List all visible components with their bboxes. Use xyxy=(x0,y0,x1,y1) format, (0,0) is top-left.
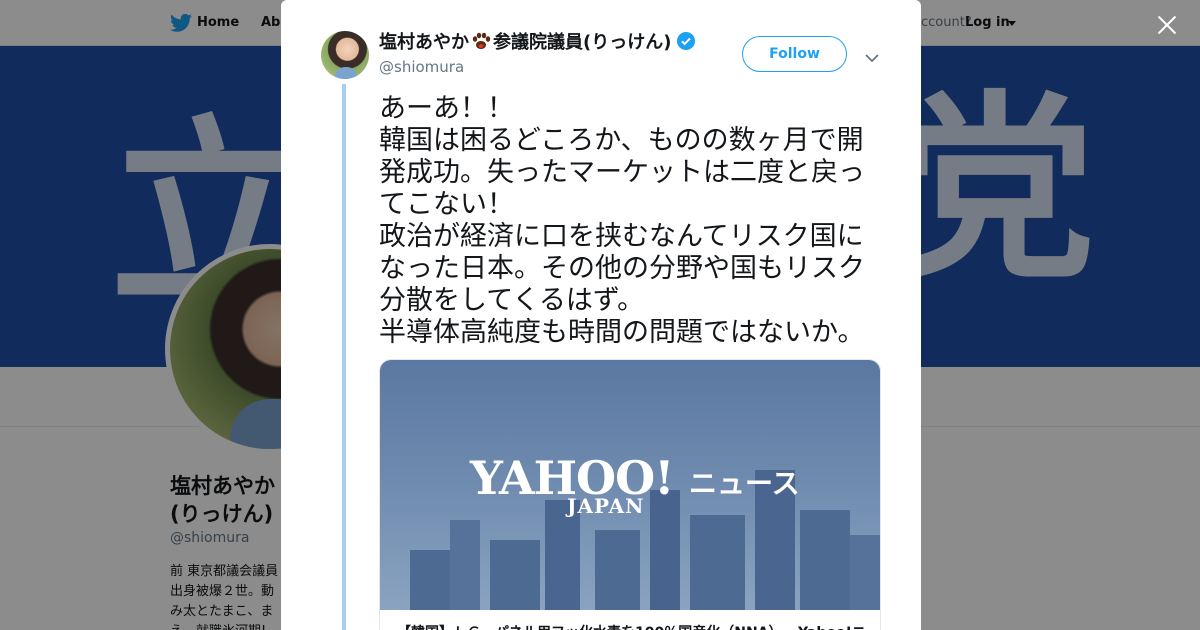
tweet-modal: 塩村あやか 参議院議員(りっけん) @shiomura Follow あーあ！！ … xyxy=(281,0,921,630)
follow-button[interactable]: Follow xyxy=(742,36,847,72)
author-name[interactable]: 塩村あやか 参議院議員(りっけん) xyxy=(379,31,696,55)
yahoo-logo-news: ニュース xyxy=(689,467,800,500)
yahoo-logo-japan: JAPAN xyxy=(567,494,645,518)
close-icon[interactable] xyxy=(1154,12,1180,38)
thread-line xyxy=(342,84,346,630)
tweet-text: あーあ！！ 韓国は困るどころか、ものの数ヶ月で開発成功。失ったマーケットは二度と… xyxy=(379,93,865,348)
author-name-prefix: 塩村あやか xyxy=(379,32,469,53)
author-name-suffix: 参議院議員(りっけん) xyxy=(493,32,672,53)
chevron-down-icon[interactable] xyxy=(865,48,879,63)
author-handle[interactable]: @shiomura xyxy=(379,58,464,76)
paw-icon xyxy=(471,31,491,51)
verified-icon xyxy=(677,32,696,50)
card-image: YAHOO! JAPAN ニュース xyxy=(380,360,880,610)
author-avatar[interactable] xyxy=(321,31,369,79)
card-title: 【韓国】ＬＧ、パネル用フッ化水素を100％国産化（NNA） - Yahoo!ニ xyxy=(397,622,867,630)
link-card[interactable]: YAHOO! JAPAN ニュース 【韓国】ＬＧ、パネル用フッ化水素を100％国… xyxy=(379,359,881,630)
